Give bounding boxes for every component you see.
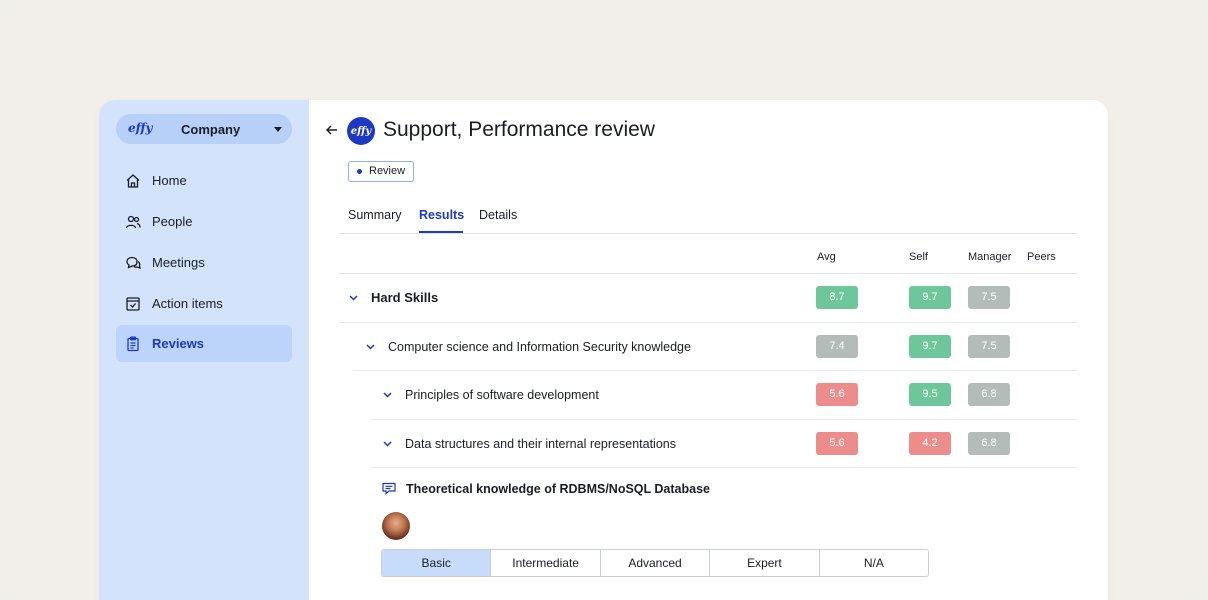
effy-logo: effy bbox=[347, 117, 375, 145]
score-self: 9.5 bbox=[909, 383, 951, 406]
column-header-self: Self bbox=[909, 251, 928, 263]
caret-down-icon bbox=[274, 127, 282, 132]
chevron-down-icon[interactable] bbox=[366, 344, 375, 350]
column-header-manager: Manager bbox=[968, 251, 1012, 263]
avatar bbox=[382, 512, 410, 540]
score-avg: 7.4 bbox=[816, 335, 858, 358]
main-panel: effy Support, Performance review Review … bbox=[309, 100, 1108, 600]
status-dot-icon bbox=[357, 169, 362, 174]
score-self: 4.2 bbox=[909, 432, 951, 455]
company-switcher[interactable]: effy Company bbox=[116, 114, 292, 144]
divider bbox=[354, 370, 1077, 371]
status-badge-label: Review bbox=[369, 165, 406, 177]
score-avg: 5.6 bbox=[816, 432, 858, 455]
clipboard-icon bbox=[127, 336, 139, 352]
row-label: Data structures and their internal repre… bbox=[405, 437, 676, 451]
score-self: 9.7 bbox=[909, 286, 951, 309]
tab-bar: Summary Results Details bbox=[339, 207, 1077, 234]
sidebar-item-reviews[interactable]: Reviews bbox=[116, 325, 292, 362]
score-manager: 6.8 bbox=[968, 432, 1010, 455]
sidebar-item-action-items[interactable]: Action items bbox=[116, 285, 292, 322]
sidebar-item-label: Meetings bbox=[152, 255, 205, 270]
question-label: Theoretical knowledge of RDBMS/NoSQL Dat… bbox=[406, 482, 710, 496]
level-option-na[interactable]: N/A bbox=[819, 550, 928, 576]
row-label: Hard Skills bbox=[371, 290, 439, 305]
level-option-intermediate[interactable]: Intermediate bbox=[491, 550, 601, 576]
score-manager: 7.5 bbox=[968, 286, 1010, 309]
column-header-peers: Peers bbox=[1027, 251, 1056, 263]
back-arrow-icon[interactable] bbox=[324, 122, 340, 138]
people-icon bbox=[125, 215, 141, 229]
sidebar-item-label: Reviews bbox=[152, 336, 205, 351]
sidebar-item-label: Home bbox=[152, 173, 187, 188]
divider bbox=[371, 419, 1077, 420]
app-window: effy Company Home People Meetings Action… bbox=[99, 100, 1108, 600]
chevron-down-icon[interactable] bbox=[383, 392, 392, 398]
level-option-basic[interactable]: Basic bbox=[382, 550, 492, 576]
comment-icon bbox=[382, 482, 396, 495]
home-icon bbox=[126, 174, 140, 188]
row-label: Computer science and Information Securit… bbox=[388, 340, 691, 354]
company-name: Company bbox=[181, 122, 241, 137]
sidebar-item-home[interactable]: Home bbox=[116, 162, 292, 199]
chat-bubbles-icon bbox=[126, 256, 141, 269]
sidebar-item-meetings[interactable]: Meetings bbox=[116, 244, 292, 281]
level-selector: Basic Intermediate Advanced Expert N/A bbox=[381, 549, 929, 577]
score-manager: 7.5 bbox=[968, 335, 1010, 358]
tab-summary[interactable]: Summary bbox=[348, 208, 401, 222]
score-avg: 8.7 bbox=[816, 286, 858, 309]
divider bbox=[339, 273, 1077, 274]
divider bbox=[339, 322, 1077, 323]
checkbox-icon bbox=[126, 297, 140, 311]
sidebar-item-people[interactable]: People bbox=[116, 203, 292, 240]
chevron-down-icon[interactable] bbox=[383, 441, 392, 447]
active-tab-indicator bbox=[419, 231, 463, 233]
sidebar: effy Company Home People Meetings Action… bbox=[99, 100, 309, 600]
chevron-down-icon[interactable] bbox=[349, 295, 358, 301]
divider bbox=[371, 467, 1077, 468]
status-badge: Review bbox=[348, 161, 415, 182]
row-label: Principles of software development bbox=[405, 388, 599, 402]
score-avg: 5.6 bbox=[816, 383, 858, 406]
level-option-expert[interactable]: Expert bbox=[710, 550, 820, 576]
level-option-advanced[interactable]: Advanced bbox=[600, 550, 711, 576]
score-self: 9.7 bbox=[909, 335, 951, 358]
column-header-avg: Avg bbox=[817, 251, 836, 263]
page-title: Support, Performance review bbox=[383, 118, 655, 141]
score-manager: 6.8 bbox=[968, 383, 1010, 406]
sidebar-item-label: Action items bbox=[152, 296, 223, 311]
sidebar-item-label: People bbox=[152, 214, 193, 229]
tab-results[interactable]: Results bbox=[419, 208, 464, 222]
tab-details[interactable]: Details bbox=[479, 208, 517, 222]
effy-logo: effy bbox=[128, 121, 153, 135]
